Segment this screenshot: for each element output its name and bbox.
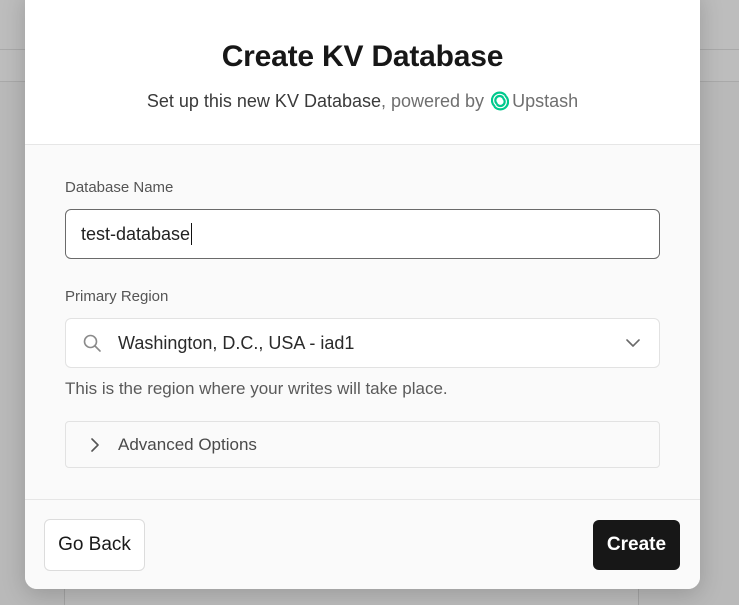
advanced-options-toggle[interactable]: Advanced Options — [65, 421, 660, 468]
primary-region-label: Primary Region — [65, 288, 169, 305]
search-icon — [83, 334, 101, 352]
subtitle-text: Set up this new KV Database — [146, 91, 381, 111]
database-name-input[interactable]: test-database — [65, 209, 660, 259]
dialog-footer: Go Back Create — [25, 499, 700, 589]
dialog-header: Create KV Database Set up this new KV Da… — [25, 0, 700, 145]
dialog-body: Database Name test-database Primary Regi… — [25, 145, 700, 499]
dialog-title: Create KV Database — [221, 40, 504, 73]
database-name-value: test-database — [81, 223, 191, 244]
advanced-options-label: Advanced Options — [118, 434, 257, 454]
text-caret — [191, 223, 193, 245]
primary-region-help-text: This is the region where your writes wil… — [65, 379, 448, 398]
primary-region-value: Washington, D.C., USA - iad1 — [118, 332, 355, 353]
primary-region-select[interactable]: Washington, D.C., USA - iad1 — [65, 318, 660, 368]
chevron-down-icon — [626, 339, 640, 347]
dialog-subtitle: Set up this new KV Database, powered by … — [25, 91, 700, 112]
chevron-right-icon — [91, 437, 99, 452]
create-button[interactable]: Create — [593, 520, 680, 570]
database-name-label: Database Name — [65, 179, 174, 196]
create-kv-database-dialog: Create KV Database Set up this new KV Da… — [25, 0, 700, 589]
go-back-button[interactable]: Go Back — [44, 519, 145, 571]
upstash-logo-icon — [491, 91, 510, 111]
subtitle-powered-by: , powered by — [381, 91, 485, 111]
provider-name: Upstash — [512, 91, 579, 111]
